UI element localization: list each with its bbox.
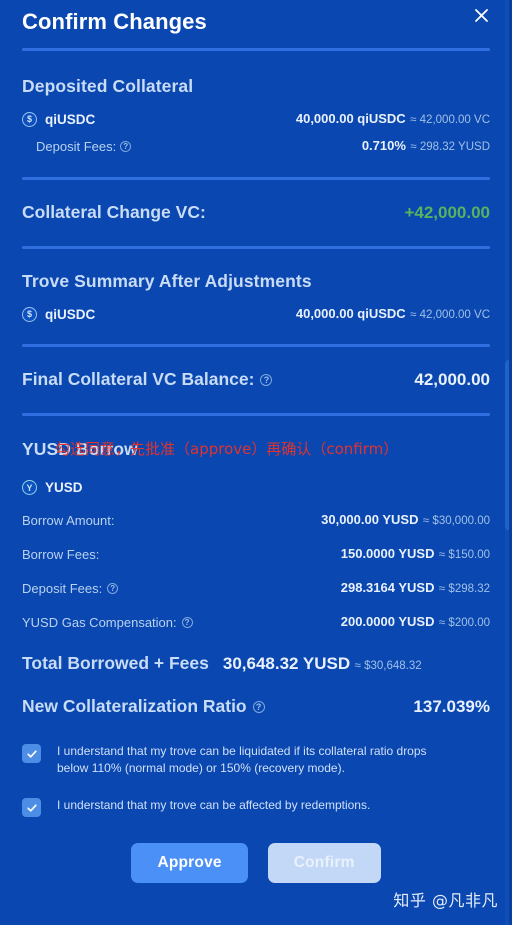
new-collateralization-ratio-value: 137.039% bbox=[413, 696, 490, 716]
deposited-collateral-title: Deposited Collateral bbox=[22, 76, 194, 96]
gas-compensation-value-group: 200.0000 YUSD ≈ $200.00 bbox=[341, 613, 490, 631]
gas-compensation-approx: ≈ $200.00 bbox=[438, 617, 490, 629]
dialog-actions: Approve Confirm bbox=[22, 837, 490, 883]
trove-asset-amount: 40,000.00 qiUSDC bbox=[295, 306, 406, 321]
confirm-button[interactable]: Confirm bbox=[267, 843, 381, 883]
yusd-deposit-fees-label: Deposit Fees: ? bbox=[22, 580, 119, 596]
asset-name: qiUSDC bbox=[45, 111, 96, 127]
qiusdc-coin-icon: $ bbox=[22, 111, 37, 127]
final-collateral-label-text: Final Collateral VC Balance: bbox=[22, 369, 255, 389]
deposit-fees-label-text: Deposit Fees: bbox=[36, 138, 117, 154]
total-borrowed-label: Total Borrowed + Fees bbox=[22, 653, 209, 673]
asset-amount-group: 40,000.00 qiUSDC ≈ 42,000.00 VC bbox=[296, 110, 490, 128]
borrow-amount-row: Borrow Amount: 30,000.00 YUSD ≈ $30,000.… bbox=[22, 495, 490, 529]
asset-amount: 40,000.00 qiUSDC bbox=[295, 111, 406, 126]
info-icon[interactable]: ? bbox=[181, 616, 193, 628]
deposit-fees-value-group: 0.710% ≈ 298.32 YUSD bbox=[362, 137, 490, 155]
yusd-deposit-fees-approx: ≈ $298.32 bbox=[438, 583, 490, 595]
new-collateralization-ratio-row: New Collateralization Ratio ? 137.039% bbox=[22, 674, 490, 717]
page-title: Confirm Changes bbox=[22, 9, 207, 34]
qiusdc-coin-icon: $ bbox=[22, 306, 37, 322]
acknowledgement-liquidation-text: I understand that my trove can be liquid… bbox=[57, 744, 427, 775]
borrow-fees-label: Borrow Fees: bbox=[22, 546, 100, 562]
borrow-amount-approx: ≈ $30,000.00 bbox=[422, 515, 490, 527]
yusd-token-row: Y YUSD bbox=[22, 460, 490, 495]
gas-compensation-label: YUSD Gas Compensation: ? bbox=[22, 615, 193, 630]
yusd-deposit-fees-value-group: 298.3164 YUSD ≈ $298.32 bbox=[341, 579, 490, 597]
gas-compensation-value: 200.0000 YUSD bbox=[340, 614, 435, 629]
checkbox-liquidation[interactable] bbox=[22, 744, 41, 763]
total-borrowed-row: Total Borrowed + Fees 30,648.32 YUSD ≈ $… bbox=[22, 631, 490, 674]
borrow-amount-label: Borrow Amount: bbox=[22, 512, 115, 528]
yusd-borrow-section: YUSD Borrow 勾选同意，先批准（approve）再确认（confirm… bbox=[22, 416, 490, 631]
deposit-fees-row: Deposit Fees: ? 0.710% ≈ 298.32 YUSD bbox=[22, 128, 490, 155]
deposited-collateral-asset-row: $ qiUSDC 40,000.00 qiUSDC ≈ 42,000.00 VC bbox=[22, 97, 490, 128]
deposited-collateral-section: Deposited Collateral $ qiUSDC 40,000.00 … bbox=[22, 51, 490, 155]
trove-asset-approx: ≈ 42,000.00 VC bbox=[410, 309, 490, 321]
yusd-token-name: YUSD bbox=[45, 480, 83, 495]
acknowledgements: I understand that my trove can be liquid… bbox=[22, 717, 490, 837]
borrow-amount-value: 30,000.00 YUSD bbox=[321, 512, 419, 527]
info-icon[interactable]: ? bbox=[260, 373, 273, 386]
gas-compensation-row: YUSD Gas Compensation: ? 200.0000 YUSD ≈… bbox=[22, 597, 490, 631]
trove-asset-amount-group: 40,000.00 qiUSDC ≈ 42,000.00 VC bbox=[296, 305, 490, 323]
total-borrowed-approx: ≈ $30,648.32 bbox=[354, 660, 422, 672]
acknowledgement-liquidation[interactable]: I understand that my trove can be liquid… bbox=[22, 743, 490, 797]
confirm-changes-dialog: Confirm Changes Deposited Collateral $ q… bbox=[0, 0, 512, 925]
collateral-change-label: Collateral Change VC: bbox=[22, 202, 206, 222]
acknowledgement-redemption-text: I understand that my trove can be affect… bbox=[57, 798, 371, 812]
acknowledgement-redemption[interactable]: I understand that my trove can be affect… bbox=[22, 797, 490, 837]
new-collateralization-ratio-label-text: New Collateralization Ratio bbox=[22, 696, 247, 716]
info-icon[interactable]: ? bbox=[252, 700, 265, 713]
borrow-fees-approx: ≈ $150.00 bbox=[438, 549, 490, 561]
watermark: 知乎 @凡非凡 bbox=[393, 891, 498, 910]
final-collateral-label: Final Collateral VC Balance: ? bbox=[22, 369, 273, 390]
yusd-deposit-fees-row: Deposit Fees: ? 298.3164 YUSD ≈ $298.32 bbox=[22, 563, 490, 597]
asset-identity: $ qiUSDC bbox=[22, 111, 96, 127]
final-collateral-row: Final Collateral VC Balance: ? 42,000.00 bbox=[22, 347, 490, 390]
trove-summary-asset-row: $ qiUSDC 40,000.00 qiUSDC ≈ 42,000.00 VC bbox=[22, 292, 490, 323]
info-icon[interactable]: ? bbox=[120, 140, 132, 152]
borrow-fees-row: Borrow Fees: 150.0000 YUSD ≈ $150.00 bbox=[22, 529, 490, 563]
deposit-fees-value: 0.710% bbox=[361, 138, 406, 153]
borrow-fees-value: 150.0000 YUSD bbox=[340, 546, 435, 561]
deposit-fees-approx: ≈ 298.32 YUSD bbox=[410, 141, 490, 153]
gas-compensation-label-text: YUSD Gas Compensation: bbox=[22, 614, 177, 630]
yusd-coin-icon: Y bbox=[22, 480, 37, 495]
checkbox-redemption[interactable] bbox=[22, 798, 41, 817]
chinese-annotation: 勾选同意，先批准（approve）再确认（confirm） bbox=[55, 440, 399, 458]
dialog-header: Confirm Changes bbox=[22, 0, 490, 44]
total-borrowed-value: 30,648.32 YUSD bbox=[222, 654, 351, 673]
asset-amount-approx: ≈ 42,000.00 VC bbox=[410, 114, 490, 126]
trove-summary-title: Trove Summary After Adjustments bbox=[22, 271, 312, 291]
collateral-change-row: Collateral Change VC: +42,000.00 bbox=[22, 180, 490, 223]
borrow-amount-value-group: 30,000.00 YUSD ≈ $30,000.00 bbox=[321, 511, 490, 529]
total-borrowed-value-group: 30,648.32 YUSD ≈ $30,648.32 bbox=[223, 654, 422, 674]
close-icon[interactable] bbox=[466, 0, 496, 30]
yusd-deposit-fees-value: 298.3164 YUSD bbox=[340, 580, 435, 595]
final-collateral-value: 42,000.00 bbox=[414, 369, 490, 389]
trove-asset-identity: $ qiUSDC bbox=[22, 306, 96, 322]
approve-button[interactable]: Approve bbox=[131, 843, 248, 883]
info-icon[interactable]: ? bbox=[107, 582, 119, 594]
borrow-fees-value-group: 150.0000 YUSD ≈ $150.00 bbox=[341, 545, 490, 563]
deposit-fees-label: Deposit Fees: ? bbox=[36, 138, 132, 154]
yusd-deposit-fees-label-text: Deposit Fees: bbox=[22, 580, 103, 596]
new-collateralization-ratio-label: New Collateralization Ratio ? bbox=[22, 696, 265, 717]
collateral-change-value: +42,000.00 bbox=[404, 202, 490, 222]
trove-asset-name: qiUSDC bbox=[45, 306, 96, 322]
trove-summary-section: Trove Summary After Adjustments $ qiUSDC… bbox=[22, 249, 490, 323]
